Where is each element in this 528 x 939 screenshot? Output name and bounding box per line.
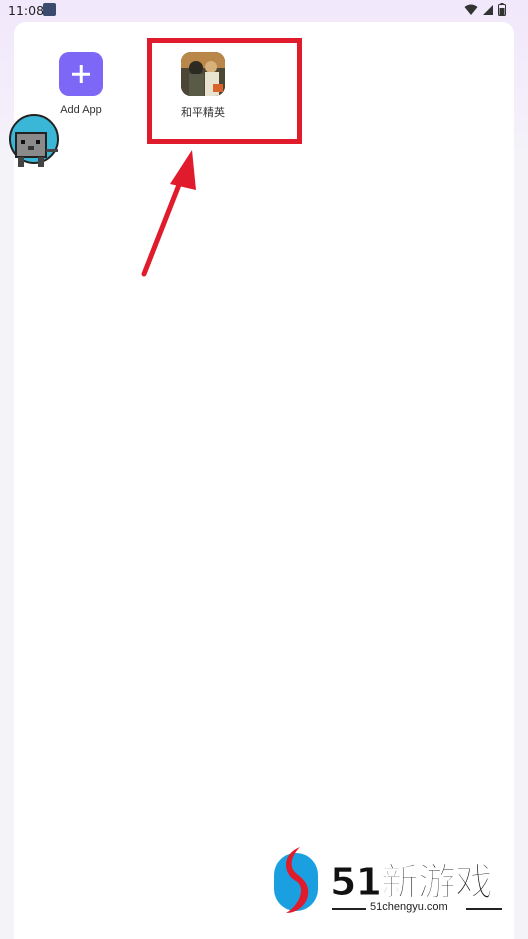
floating-mascot-icon[interactable]	[5, 113, 63, 171]
status-icons	[464, 3, 506, 16]
battery-icon	[498, 3, 506, 16]
watermark-brand: 51新游戏	[330, 860, 494, 905]
divider	[466, 908, 502, 910]
cellular-icon	[483, 4, 493, 15]
divider	[332, 908, 366, 910]
watermark-url: 51chengyu.com	[370, 901, 448, 913]
status-time: 11:08	[8, 3, 45, 18]
brand-logo-icon	[274, 847, 318, 913]
arrow-icon	[141, 150, 196, 277]
highlight-box	[147, 38, 302, 144]
watermark-logo: 51新游戏 51chengyu.com	[270, 845, 510, 925]
plus-icon	[59, 52, 103, 96]
wifi-icon	[464, 4, 478, 15]
status-bar: 11:08	[0, 0, 528, 22]
app-list-panel: Add App 和平精英	[14, 22, 514, 939]
add-app-button[interactable]: Add App	[36, 52, 126, 116]
notification-icon	[43, 3, 56, 16]
